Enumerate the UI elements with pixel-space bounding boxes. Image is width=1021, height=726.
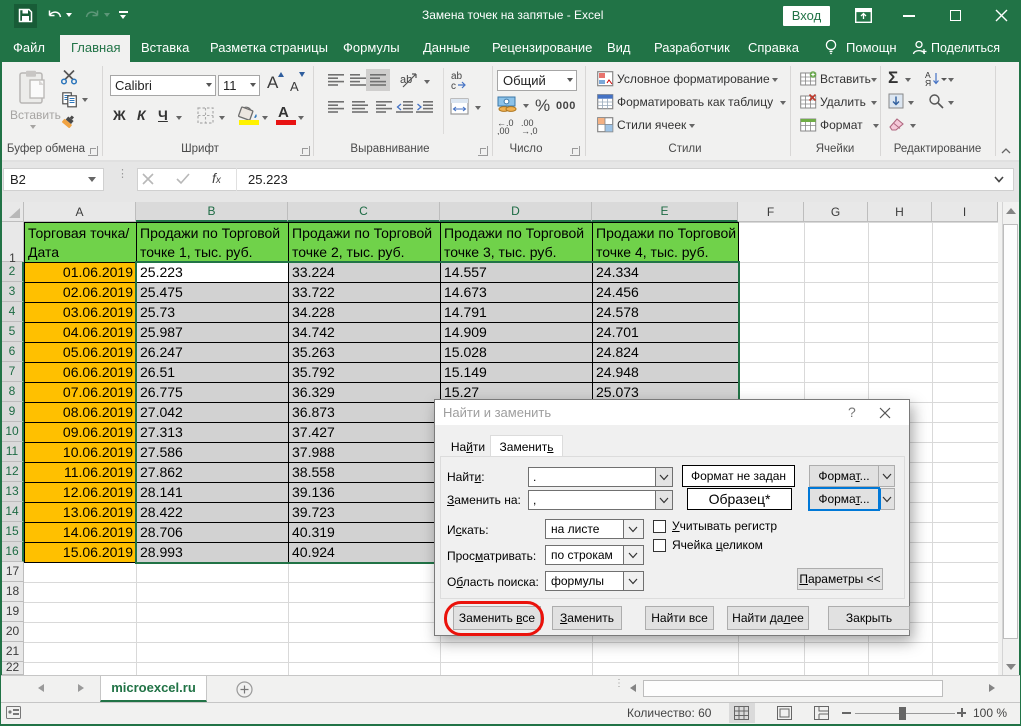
svg-text:→,0: →,0 (521, 126, 538, 135)
svg-text:,00: ,00 (497, 126, 510, 135)
svg-text:c: c (451, 81, 456, 90)
svg-text:Я: Я (925, 78, 931, 87)
